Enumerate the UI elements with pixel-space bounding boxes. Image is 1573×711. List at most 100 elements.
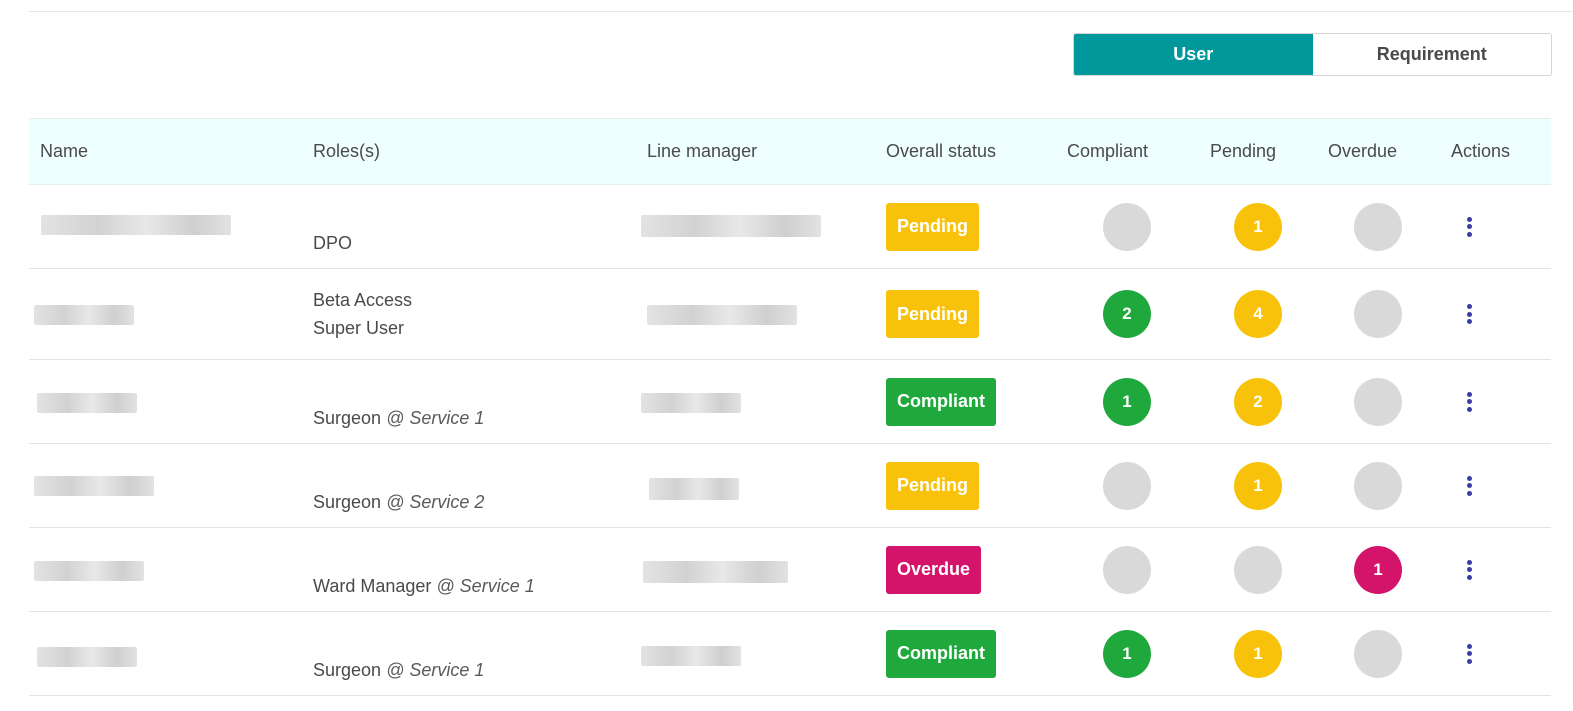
actions-cell (1464, 612, 1474, 695)
table-row[interactable]: Surgeon @ Service 1 Compliant 1 1 (29, 612, 1551, 696)
kebab-dot (1466, 224, 1472, 229)
pending-count-badge: 1 (1234, 202, 1282, 251)
compliant-count-badge (1103, 461, 1151, 510)
actions-cell (1464, 360, 1474, 443)
column-header-compliant[interactable]: Compliant (1067, 119, 1148, 184)
kebab-menu-icon[interactable] (1464, 216, 1474, 237)
role-name: Ward Manager (313, 575, 432, 596)
actions-cell (1464, 269, 1474, 359)
role-service: @ Service 1 (386, 659, 485, 680)
pending-count-cell (1234, 528, 1282, 611)
kebab-dot (1466, 658, 1472, 664)
kebab-menu-icon[interactable] (1464, 559, 1474, 580)
status-badge: Compliant (886, 629, 996, 678)
roles-cell: Beta Access Super User (313, 269, 412, 359)
compliant-count-cell (1103, 528, 1151, 611)
column-header-actions: Actions (1451, 141, 1511, 161)
kebab-menu-icon[interactable] (1464, 391, 1474, 412)
table-header: Name Roles(s) Line manager Overall statu… (29, 118, 1551, 185)
status-badge: Pending (886, 290, 979, 338)
pending-count-badge: 1 (1234, 461, 1282, 510)
kebab-dot (1466, 406, 1472, 412)
kebab-dot (1466, 391, 1472, 397)
role-entry: Surgeon @ Service 1 (313, 404, 484, 432)
table-row[interactable]: Surgeon @ Service 2 Pending 1 (29, 444, 1551, 528)
user-name-redacted[interactable] (37, 647, 137, 667)
kebab-dot (1466, 490, 1472, 496)
compliant-count-badge: 2 (1103, 290, 1151, 338)
table-body: DPO Pending 1 Beta Access Super User Pending 2… (29, 185, 1551, 696)
pending-count-badge: 4 (1234, 290, 1282, 338)
column-header-line-manager[interactable]: Line manager (647, 119, 757, 184)
role-name: Super User (313, 318, 405, 338)
overdue-count-badge (1354, 377, 1402, 426)
line-manager-redacted (641, 215, 821, 237)
user-name-redacted[interactable] (34, 476, 154, 496)
role-entry: Super User (313, 314, 404, 342)
kebab-dot (1466, 231, 1472, 237)
role-service: @ Service 2 (386, 491, 485, 512)
user-view-button[interactable]: User (1074, 34, 1313, 75)
overdue-count-cell (1354, 612, 1402, 695)
table-row[interactable]: Ward Manager @ Service 1 Overdue 1 (29, 528, 1551, 612)
status-badge: Compliant (886, 377, 996, 426)
user-name-redacted[interactable] (37, 393, 137, 413)
column-header-name[interactable]: Name (40, 119, 88, 184)
kebab-menu-icon[interactable] (1464, 475, 1474, 496)
pending-count-cell: 1 (1234, 185, 1282, 268)
role-name: DPO (313, 232, 353, 253)
pending-count-cell: 1 (1234, 444, 1282, 527)
kebab-dot (1466, 216, 1472, 222)
role-entry: Surgeon @ Service 1 (313, 656, 484, 684)
status-cell: Pending (886, 444, 979, 527)
overdue-count-cell (1354, 360, 1402, 443)
overdue-count-badge (1354, 290, 1402, 338)
actions-cell (1464, 528, 1474, 611)
status-cell: Compliant (886, 360, 996, 443)
status-cell: Overdue (886, 528, 982, 611)
overdue-count-badge: 1 (1354, 545, 1402, 594)
table-row[interactable]: Surgeon @ Service 1 Compliant 1 2 (29, 360, 1551, 444)
actions-cell (1464, 444, 1474, 527)
column-header-overdue[interactable]: Overdue (1328, 119, 1397, 184)
pending-count-badge (1234, 545, 1282, 594)
column-header-overall-status[interactable]: Overall status (886, 119, 996, 184)
roles-cell: Surgeon @ Service 1 (313, 612, 484, 711)
user-name-redacted[interactable] (34, 305, 134, 325)
kebab-dot (1466, 475, 1472, 481)
compliant-count-cell (1103, 444, 1151, 527)
user-name-redacted[interactable] (34, 561, 144, 581)
overdue-count-badge (1354, 202, 1402, 251)
compliant-count-cell: 1 (1103, 360, 1151, 443)
compliant-count-badge (1103, 545, 1151, 594)
table-row[interactable]: Beta Access Super User Pending 2 4 (29, 269, 1551, 360)
role-entry: DPO (313, 229, 352, 257)
kebab-menu-icon[interactable] (1464, 643, 1474, 664)
overdue-count-cell (1354, 185, 1402, 268)
column-header-roles[interactable]: Roles(s) (313, 119, 380, 184)
kebab-menu-icon[interactable] (1464, 304, 1474, 324)
top-divider (29, 11, 1573, 12)
user-name-redacted[interactable] (41, 215, 231, 235)
column-header-pending[interactable]: Pending (1210, 119, 1276, 184)
compliant-count-cell: 2 (1103, 269, 1151, 359)
line-manager-redacted (647, 305, 797, 325)
status-cell: Pending (886, 269, 979, 359)
kebab-dot (1466, 399, 1472, 404)
role-entry: Beta Access (313, 286, 412, 314)
kebab-dot (1466, 651, 1472, 656)
kebab-dot (1466, 559, 1472, 565)
compliant-count-cell (1103, 185, 1151, 268)
kebab-dot (1466, 483, 1472, 488)
status-badge: Pending (886, 202, 979, 251)
compliant-count-badge (1103, 202, 1151, 251)
requirement-view-button[interactable]: Requirement (1312, 34, 1551, 75)
compliant-count-badge: 1 (1103, 629, 1151, 678)
pending-count-badge: 1 (1234, 629, 1282, 678)
role-service: @ Service 1 (386, 407, 485, 428)
table-row[interactable]: DPO Pending 1 (29, 185, 1551, 269)
role-service: @ Service 1 (436, 575, 535, 596)
role-name: Beta Access (313, 290, 413, 310)
role-name: Surgeon (313, 407, 382, 428)
overdue-count-cell: 1 (1354, 528, 1402, 611)
